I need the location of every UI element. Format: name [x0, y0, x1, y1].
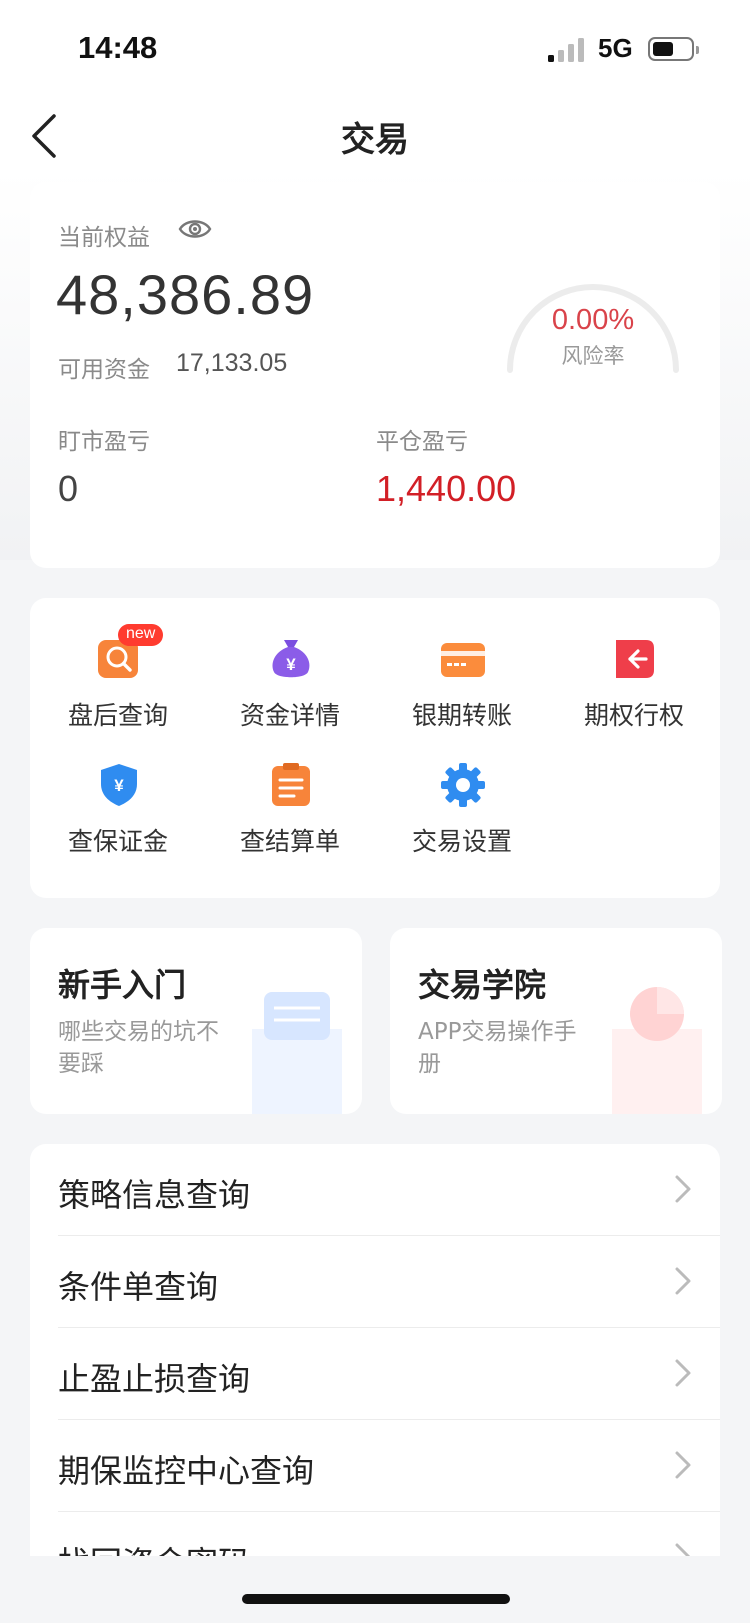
chevron-right-icon	[675, 1267, 691, 1295]
chevron-right-icon	[675, 1175, 691, 1203]
tool-label: 期权行权	[583, 701, 684, 730]
close-pl-label: 平仓盈亏	[376, 429, 468, 455]
new-badge: new	[118, 624, 164, 646]
tools-card: new 盘后查询 ¥ 资金详情 银期转账 期权行权 ¥ 查保证金 查结算单 交易…	[30, 598, 720, 898]
tool-after-hours-query[interactable]: new 盘后查询	[32, 624, 204, 756]
tool-label: 查结算单	[239, 827, 340, 856]
promo-beginner-guide[interactable]: 新手入门 哪些交易的坑不要踩	[30, 928, 362, 1114]
tool-label: 资金详情	[239, 701, 340, 730]
list-item-strategy-info[interactable]: 策略信息查询	[30, 1144, 720, 1236]
chevron-right-icon	[675, 1451, 691, 1479]
chevron-right-icon	[675, 1359, 691, 1387]
battery-icon	[648, 37, 699, 61]
tool-settlement-query[interactable]: 查结算单	[204, 762, 376, 882]
signal-icon	[548, 38, 584, 62]
bottom-safe-area	[0, 1556, 750, 1623]
risk-rate-value: 0.00%	[551, 304, 635, 336]
home-indicator[interactable]	[242, 1594, 510, 1604]
equity-value: 48,386.89	[56, 263, 315, 326]
list-item-label: 策略信息查询	[58, 1176, 251, 1214]
available-funds-value: 17,133.05	[176, 349, 288, 377]
network-type: 5G	[598, 33, 633, 63]
gear-icon	[441, 763, 485, 807]
tool-bank-futures-transfer[interactable]: 银期转账	[376, 636, 548, 756]
query-list: 策略信息查询 条件单查询 止盈止损查询 期保监控中心查询 找回资金密码	[30, 1144, 720, 1564]
status-time: 14:48	[78, 30, 158, 65]
equity-card: 当前权益 48,386.89 可用资金 17,133.05 0.00% 风险率 …	[30, 182, 720, 568]
close-pl-value: 1,440.00	[376, 468, 517, 509]
shield-yen-icon: ¥	[101, 764, 137, 806]
promo-title: 新手入门	[58, 966, 187, 1004]
tool-label: 交易设置	[411, 827, 512, 856]
tool-option-exercise[interactable]: 期权行权	[548, 636, 720, 756]
academy-illustration	[612, 987, 702, 1114]
equity-label: 当前权益	[58, 225, 150, 251]
promo-trading-academy[interactable]: 交易学院 APP交易操作手册	[390, 928, 722, 1114]
nav-bar: 交易	[0, 96, 750, 180]
tool-label: 银期转账	[411, 701, 512, 730]
list-item-label: 期保监控中心查询	[58, 1452, 315, 1490]
available-funds-label: 可用资金	[58, 357, 150, 383]
mark-to-market-pl-label: 盯市盈亏	[58, 429, 150, 455]
svg-text:¥: ¥	[286, 655, 296, 674]
tool-label: 盘后查询	[67, 701, 168, 730]
list-item-label: 止盈止损查询	[58, 1360, 251, 1398]
money-bag-icon: ¥	[272, 640, 310, 678]
list-item-stop-profit-loss[interactable]: 止盈止损查询	[30, 1328, 720, 1420]
svg-text:¥: ¥	[114, 776, 124, 795]
promo-subtitle: APP交易操作手册	[418, 1019, 577, 1077]
clipboard-icon	[272, 763, 310, 806]
tool-trade-settings[interactable]: 交易设置	[376, 762, 548, 882]
status-bar: 14:48 5G	[0, 0, 750, 96]
list-item-label: 条件单查询	[58, 1268, 219, 1306]
list-item-conditional-order[interactable]: 条件单查询	[30, 1236, 720, 1328]
promo-title: 交易学院	[418, 966, 547, 1004]
tool-label: 查保证金	[67, 827, 168, 856]
eye-icon[interactable]	[178, 216, 212, 242]
page-title: 交易	[341, 120, 409, 160]
beginner-illustration	[252, 992, 342, 1114]
tool-fund-details[interactable]: ¥ 资金详情	[204, 636, 376, 756]
risk-rate-label: 风险率	[561, 344, 625, 368]
promo-subtitle: 哪些交易的坑不要踩	[58, 1019, 219, 1077]
list-item-monitoring-center[interactable]: 期保监控中心查询	[30, 1420, 720, 1512]
card-icon	[441, 643, 485, 677]
tool-margin-query[interactable]: ¥ 查保证金	[32, 762, 204, 882]
mark-to-market-pl-value: 0	[58, 468, 79, 509]
exercise-arrow-icon	[616, 640, 654, 678]
